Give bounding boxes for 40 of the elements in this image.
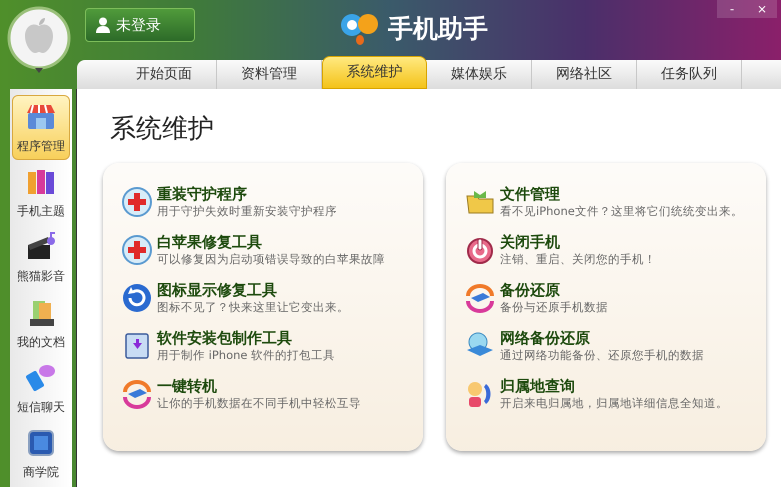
sidebar-item[interactable]: 熊猫影音 <box>12 226 70 291</box>
user-icon <box>96 17 110 33</box>
sidebar-item[interactable]: 我的文档 <box>12 290 70 356</box>
apple-logo-icon[interactable] <box>7 6 71 74</box>
sidebar-item[interactable]: 短信聊天 <box>12 356 70 422</box>
transfer-icon[interactable] <box>121 378 153 410</box>
tab[interactable]: 系统维护 <box>322 56 427 89</box>
tool-link[interactable]: 关闭手机 <box>500 233 656 251</box>
tool-link[interactable]: 文件管理 <box>500 185 743 203</box>
tool-link[interactable]: 软件安装包制作工具 <box>157 329 336 347</box>
tool-description: 图标不见了？快来这里让它变出来。 <box>157 299 349 315</box>
tool-link[interactable]: 备份还原 <box>500 281 608 299</box>
app-title: 手机助手 <box>388 13 488 45</box>
tool-description: 用于守护失效时重新安装守护程序 <box>157 203 337 219</box>
tool-link[interactable]: 网络备份还原 <box>500 329 704 347</box>
login-button[interactable]: 未登录 <box>85 8 195 42</box>
refresh-icon[interactable] <box>121 282 153 314</box>
sidebar-item[interactable]: 程序管理 <box>12 95 70 160</box>
butterfly-logo-icon <box>340 12 380 46</box>
page-title: 系统维护 <box>110 113 215 145</box>
tool-description: 注销、重启、关闭您的手机！ <box>500 251 656 267</box>
tool-description: 用于制作 iPhone 软件的打包工具 <box>157 347 336 363</box>
tool-link[interactable]: 图标显示修复工具 <box>157 281 349 299</box>
minimize-button[interactable]: - <box>717 0 747 18</box>
tool-description: 通过网络功能备份、还原您手机的数据 <box>500 347 704 363</box>
tool-link[interactable]: 白苹果修复工具 <box>157 233 385 251</box>
tool-description: 让你的手机数据在不同手机中轻松互导 <box>157 395 361 411</box>
sidebar-item[interactable]: 手机主题 <box>12 160 70 226</box>
tool-description: 可以修复因为启动项错误导致的白苹果故障 <box>157 251 385 267</box>
tool-description: 看不见iPhone文件？这里将它们统统变出来。 <box>500 203 743 219</box>
close-button[interactable]: × <box>747 0 777 18</box>
tool-link[interactable]: 一键转机 <box>157 377 361 395</box>
tool-description: 开启来电归属地，归属地详细信息全知道。 <box>500 395 728 411</box>
tool-description: 备份与还原手机数据 <box>500 299 608 315</box>
medical-cross-icon[interactable] <box>121 186 153 218</box>
medical-cross-icon[interactable] <box>121 234 153 266</box>
tool-link[interactable]: 归属地查询 <box>500 377 728 395</box>
tool-link[interactable]: 重装守护程序 <box>157 185 337 203</box>
sidebar-item[interactable]: 商学院 <box>12 422 70 487</box>
transfer-icon[interactable] <box>464 282 496 314</box>
